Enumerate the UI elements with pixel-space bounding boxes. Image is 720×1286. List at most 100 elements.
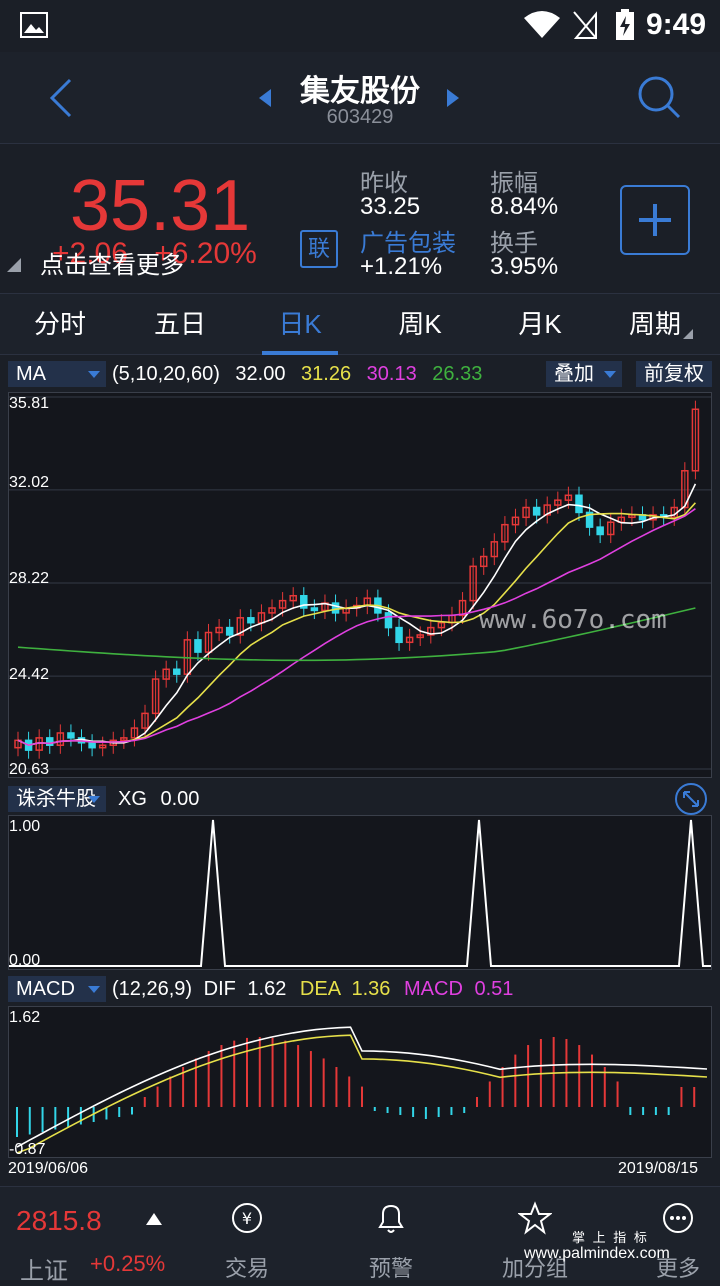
- tab-daily-k[interactable]: 日K: [240, 294, 360, 356]
- tab-monthly-k[interactable]: 月K: [480, 294, 600, 356]
- status-time: 9:49: [645, 8, 706, 41]
- tab-intraday[interactable]: 分时: [0, 294, 120, 356]
- candlestick-chart[interactable]: 35.81 32.02 28.22 24.42 20.63 www.6o7o.c…: [8, 392, 712, 778]
- candle-body: [194, 639, 202, 653]
- expand-icon[interactable]: [674, 782, 708, 816]
- macd-value: 0.51: [474, 978, 514, 1000]
- xg-selector-label: 诛杀牛股: [16, 788, 96, 810]
- xg-value: 0.00: [160, 788, 200, 810]
- candle-body: [88, 742, 96, 749]
- price-axis-3: 28.22: [9, 570, 50, 587]
- price-axis-min: 20.63: [9, 761, 50, 778]
- dea-value: 1.36: [351, 978, 391, 1000]
- corner-triangle-icon: [7, 258, 21, 272]
- ma-indicator-bar: MA (5,10,20,60) 32.00 31.26 30.13 26.33 …: [0, 359, 720, 389]
- amplitude-value: 8.84%: [490, 193, 559, 220]
- dif-value: 1.62: [247, 978, 287, 1000]
- logo-url: www.palmindex.com: [524, 1245, 670, 1262]
- ma-selector[interactable]: MA: [8, 361, 106, 387]
- active-tab-indicator: [262, 351, 338, 355]
- link-button[interactable]: 联: [300, 230, 338, 268]
- ma20-value: 30.13: [366, 363, 417, 385]
- last-price: 35.31: [70, 166, 251, 246]
- ma-params-text: (5,10,20,60): [112, 363, 220, 385]
- dropdown-caret-icon: [88, 986, 100, 993]
- search-icon[interactable]: [636, 74, 682, 120]
- bell-icon: [378, 1204, 404, 1233]
- price-axis-2: 32.02: [9, 474, 50, 491]
- adjust-selector[interactable]: 前复权: [636, 361, 712, 387]
- candle-body: [575, 494, 583, 514]
- candle-body: [331, 602, 340, 614]
- dea-label: DEA: [299, 978, 340, 1000]
- period-dropdown-icon: [683, 329, 693, 339]
- macd-axis-bottom: -0.87: [9, 1141, 46, 1158]
- macd-selector[interactable]: MACD: [8, 976, 106, 1002]
- logo-text: 掌 上 指 标: [572, 1230, 649, 1245]
- candle-body: [384, 612, 393, 629]
- bottom-bar: 2815.8 上证 +0.25% ¥ 交易 预警 加分组 更多 掌 上 指 标 …: [0, 1186, 720, 1285]
- candle-body: [67, 732, 75, 739]
- overlay-label: 叠加: [554, 363, 594, 385]
- dif-label: DIF: [203, 978, 236, 1000]
- candle-body: [596, 526, 604, 536]
- tab-period[interactable]: 周期: [600, 294, 710, 356]
- no-signal-icon: [573, 11, 597, 39]
- macd-label: MACD: [404, 978, 463, 1000]
- index-name: 上证: [20, 1258, 68, 1285]
- add-watchlist-button[interactable]: [620, 185, 690, 255]
- xg-indicator-bar: 诛杀牛股 XG 0.00: [0, 782, 720, 816]
- ma10-value: 31.26: [301, 363, 352, 385]
- wifi-icon: [524, 11, 560, 38]
- ma-selector-label: MA: [16, 363, 46, 385]
- dropdown-caret-icon: [88, 371, 100, 378]
- macd-chart[interactable]: 1.62 -0.87: [8, 1006, 712, 1158]
- nav-trade[interactable]: ¥ 交易: [197, 1187, 297, 1281]
- tab-weekly-k[interactable]: 周K: [360, 294, 480, 356]
- overlay-selector[interactable]: 叠加: [546, 361, 622, 387]
- up-arrow-icon: [146, 1213, 162, 1225]
- macd-readout: (12,26,9) DIF 1.62 DEA 1.36 MACD 0.51: [112, 978, 513, 1001]
- stock-header: 集友股份 603429: [0, 52, 720, 144]
- view-more-tip[interactable]: 点击查看更多: [40, 245, 184, 280]
- candle-body: [247, 617, 255, 624]
- stock-code: 603429: [326, 106, 394, 128]
- macd-indicator-bar: MACD (12,26,9) DIF 1.62 DEA 1.36 MACD 0.…: [0, 974, 720, 1004]
- date-end: 2019/08/15: [618, 1160, 699, 1177]
- xg-signal-line: [9, 819, 711, 967]
- image-notification-icon: [20, 12, 48, 38]
- xg-selector[interactable]: 诛杀牛股: [8, 786, 106, 812]
- dropdown-caret-icon: [604, 371, 616, 378]
- nav-add-group[interactable]: 加分组: [485, 1187, 585, 1281]
- next-stock-icon[interactable]: [446, 88, 460, 108]
- svg-text:¥: ¥: [242, 1209, 252, 1228]
- watermark: www.6o7o.com: [479, 605, 667, 635]
- index-change: +0.25%: [90, 1251, 166, 1276]
- xg-signal-svg: [9, 819, 711, 967]
- candle-body: [225, 626, 234, 636]
- index-value[interactable]: 2815.8: [16, 1205, 102, 1237]
- quote-panel: 35.31 +2.06 +6.20% 点击查看更多 联 昨收 33.25 广告包…: [0, 145, 720, 293]
- status-bar: 9:49: [0, 0, 720, 52]
- battery-charging-icon: [616, 9, 634, 40]
- macd-svg: [16, 1026, 708, 1154]
- plus-icon: [639, 204, 671, 236]
- stock-name: 集友股份: [300, 75, 420, 108]
- prev-close-value: 33.25: [360, 193, 421, 220]
- nav-alert[interactable]: 预警: [341, 1187, 441, 1281]
- xg-signal-chart[interactable]: 1.00 0.00: [8, 815, 712, 970]
- tab-five-day[interactable]: 五日: [120, 294, 240, 356]
- trade-icon: ¥: [232, 1203, 262, 1233]
- xg-readout: XG 0.00: [118, 788, 199, 811]
- ma60-value: 26.33: [432, 363, 483, 385]
- candlestick-svg: [9, 396, 711, 770]
- xg-label: XG: [118, 788, 147, 810]
- ma-params: (5,10,20,60) 32.00 31.26 30.13 26.33: [112, 363, 482, 386]
- period-tabs: 分时 五日 日K 周K 月K 周期: [0, 293, 720, 355]
- candle-body: [532, 506, 541, 516]
- macd-params: (12,26,9): [112, 978, 193, 1000]
- nav-trade-label: 交易: [224, 1256, 269, 1281]
- ma5-value: 32.00: [235, 363, 286, 385]
- nav-alert-label: 预警: [368, 1256, 413, 1281]
- turnover-value: 3.95%: [490, 253, 559, 280]
